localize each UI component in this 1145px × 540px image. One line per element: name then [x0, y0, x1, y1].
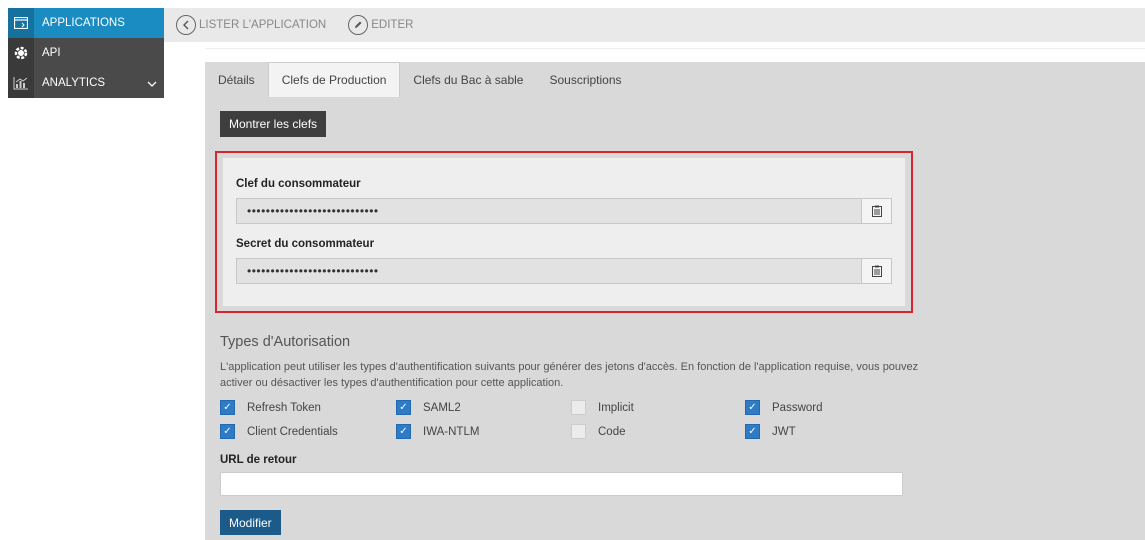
clipboard-icon	[871, 205, 882, 217]
window-icon	[8, 8, 34, 38]
tab-production-keys[interactable]: Clefs de Production	[267, 62, 401, 97]
edit-button[interactable]: EDITER	[348, 15, 413, 35]
checkbox-unchecked-icon	[571, 424, 586, 439]
chevron-left-icon	[176, 15, 196, 35]
chart-icon	[8, 68, 34, 98]
checkbox-checked-icon: ✓	[745, 400, 760, 415]
callback-url-input[interactable]	[220, 472, 903, 496]
consumer-secret-label: Secret du consommateur	[236, 238, 375, 250]
checkbox-checked-icon: ✓	[220, 424, 235, 439]
checkbox-checked-icon: ✓	[396, 400, 411, 415]
checkbox-checked-icon: ✓	[396, 424, 411, 439]
sidebar-item-label: API	[42, 47, 61, 59]
checkbox-jwt[interactable]: ✓ JWT	[745, 424, 796, 439]
show-keys-button[interactable]: Montrer les clefs	[220, 111, 327, 137]
grant-types-description: L'application peut utiliser les types d'…	[220, 361, 919, 389]
tab-bar: Détails Clefs de Production Clefs du Bac…	[205, 62, 635, 97]
list-application-button[interactable]: LISTER L'APPLICATION	[176, 15, 326, 35]
tab-details[interactable]: Détails	[205, 62, 268, 97]
sidebar-item-api[interactable]: API	[8, 38, 164, 68]
copy-consumer-secret-button[interactable]	[861, 259, 891, 283]
checkbox-client-credentials[interactable]: ✓ Client Credentials	[220, 424, 338, 439]
checkbox-label: Implicit	[598, 401, 634, 414]
sidebar-item-applications[interactable]: APPLICATIONS	[8, 8, 164, 38]
checkbox-label: IWA-NTLM	[423, 425, 480, 438]
checkbox-label: SAML2	[423, 401, 461, 414]
consumer-key-value: ••••••••••••••••••••••••••••	[247, 204, 379, 218]
divider	[205, 48, 1145, 49]
tab-sandbox-keys[interactable]: Clefs du Bac à sable	[400, 62, 536, 97]
checkbox-checked-icon: ✓	[745, 424, 760, 439]
modify-button[interactable]: Modifier	[220, 510, 281, 535]
checkbox-unchecked-icon	[571, 400, 586, 415]
api-gear-icon	[8, 38, 34, 68]
main-panel: Détails Clefs de Production Clefs du Bac…	[205, 62, 1145, 540]
checkbox-label: Refresh Token	[247, 401, 321, 414]
clipboard-icon	[871, 265, 882, 277]
sidebar-item-label: APPLICATIONS	[42, 17, 125, 29]
checkbox-label: Code	[598, 425, 626, 438]
checkbox-label: JWT	[772, 425, 796, 438]
keys-panel: Clef du consommateur •••••••••••••••••••…	[223, 158, 905, 306]
checkbox-label: Client Credentials	[247, 425, 338, 438]
checkbox-saml2[interactable]: ✓ SAML2	[396, 400, 461, 415]
sidebar-item-analytics[interactable]: ANALYTICS	[8, 68, 164, 98]
checkbox-refresh-token[interactable]: ✓ Refresh Token	[220, 400, 321, 415]
grant-types-title: Types d'Autorisation	[220, 334, 351, 350]
sidebar-item-label: ANALYTICS	[42, 77, 106, 89]
edit-label: EDITER	[371, 19, 414, 31]
chevron-down-icon[interactable]	[140, 76, 164, 90]
list-application-label: LISTER L'APPLICATION	[199, 19, 327, 31]
callback-url-label: URL de retour	[220, 454, 297, 466]
checkbox-label: Password	[772, 401, 823, 414]
checkbox-implicit[interactable]: Implicit	[571, 400, 634, 415]
keys-highlight-box: Clef du consommateur •••••••••••••••••••…	[215, 151, 913, 313]
consumer-key-label: Clef du consommateur	[236, 178, 361, 190]
consumer-secret-value: ••••••••••••••••••••••••••••	[247, 264, 379, 278]
tab-subscriptions[interactable]: Souscriptions	[536, 62, 634, 97]
checkbox-iwa-ntlm[interactable]: ✓ IWA-NTLM	[396, 424, 479, 439]
checkbox-password[interactable]: ✓ Password	[745, 400, 823, 415]
toolbar: LISTER L'APPLICATION EDITER	[164, 8, 1145, 42]
consumer-secret-field[interactable]: ••••••••••••••••••••••••••••	[236, 258, 892, 284]
consumer-key-field[interactable]: ••••••••••••••••••••••••••••	[236, 198, 892, 224]
checkbox-code[interactable]: Code	[571, 424, 626, 439]
sidebar: APPLICATIONS API ANALYTICS	[8, 8, 164, 98]
pencil-icon	[348, 15, 369, 35]
copy-consumer-key-button[interactable]	[861, 199, 891, 223]
checkbox-checked-icon: ✓	[220, 400, 235, 415]
